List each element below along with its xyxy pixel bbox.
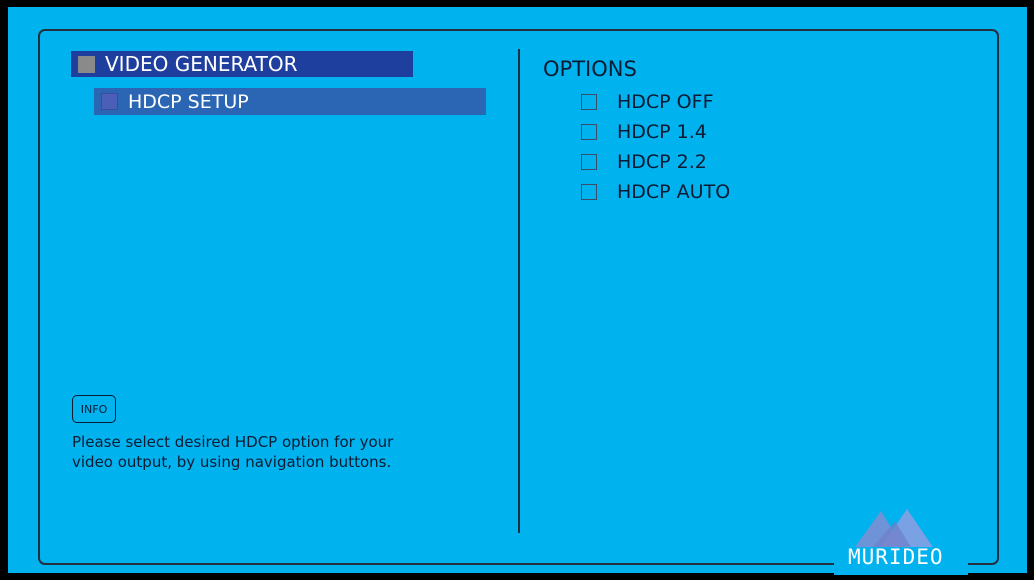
option-label: HDCP AUTO xyxy=(617,181,731,203)
brand-logo: MURIDEO xyxy=(834,505,968,575)
option-hdcp-1-4[interactable]: HDCP 1.4 xyxy=(581,119,707,145)
menu-item-label: VIDEO GENERATOR xyxy=(105,52,298,76)
option-label: HDCP 2.2 xyxy=(617,151,707,173)
info-text-line: Please select desired HDCP option for yo… xyxy=(72,433,394,451)
option-hdcp-off[interactable]: HDCP OFF xyxy=(581,89,714,115)
logo-mark-icon xyxy=(855,509,933,547)
info-text: Please select desired HDCP option for yo… xyxy=(72,432,502,472)
option-label: HDCP 1.4 xyxy=(617,121,707,143)
menu-bullet-icon xyxy=(101,93,118,110)
menu-item-video-generator[interactable]: VIDEO GENERATOR xyxy=(71,51,413,77)
checkbox-icon[interactable] xyxy=(581,184,597,200)
brand-name: MURIDEO xyxy=(848,545,944,569)
checkbox-icon[interactable] xyxy=(581,154,597,170)
info-badge: INFO xyxy=(72,395,116,423)
menu-item-hdcp-setup[interactable]: HDCP SETUP xyxy=(94,88,486,115)
option-hdcp-auto[interactable]: HDCP AUTO xyxy=(581,179,730,205)
option-hdcp-2-2[interactable]: HDCP 2.2 xyxy=(581,149,707,175)
menu-item-label: HDCP SETUP xyxy=(128,90,249,113)
menu-bullet-icon xyxy=(78,55,95,73)
screen: VIDEO GENERATOR HDCP SETUP OPTIONS HDCP … xyxy=(8,7,1027,575)
info-text-line: video output, by using navigation button… xyxy=(72,453,392,471)
option-label: HDCP OFF xyxy=(617,91,714,113)
options-title: OPTIONS xyxy=(543,57,637,81)
panel-divider xyxy=(518,49,520,533)
checkbox-icon[interactable] xyxy=(581,124,597,140)
checkbox-icon[interactable] xyxy=(581,94,597,110)
